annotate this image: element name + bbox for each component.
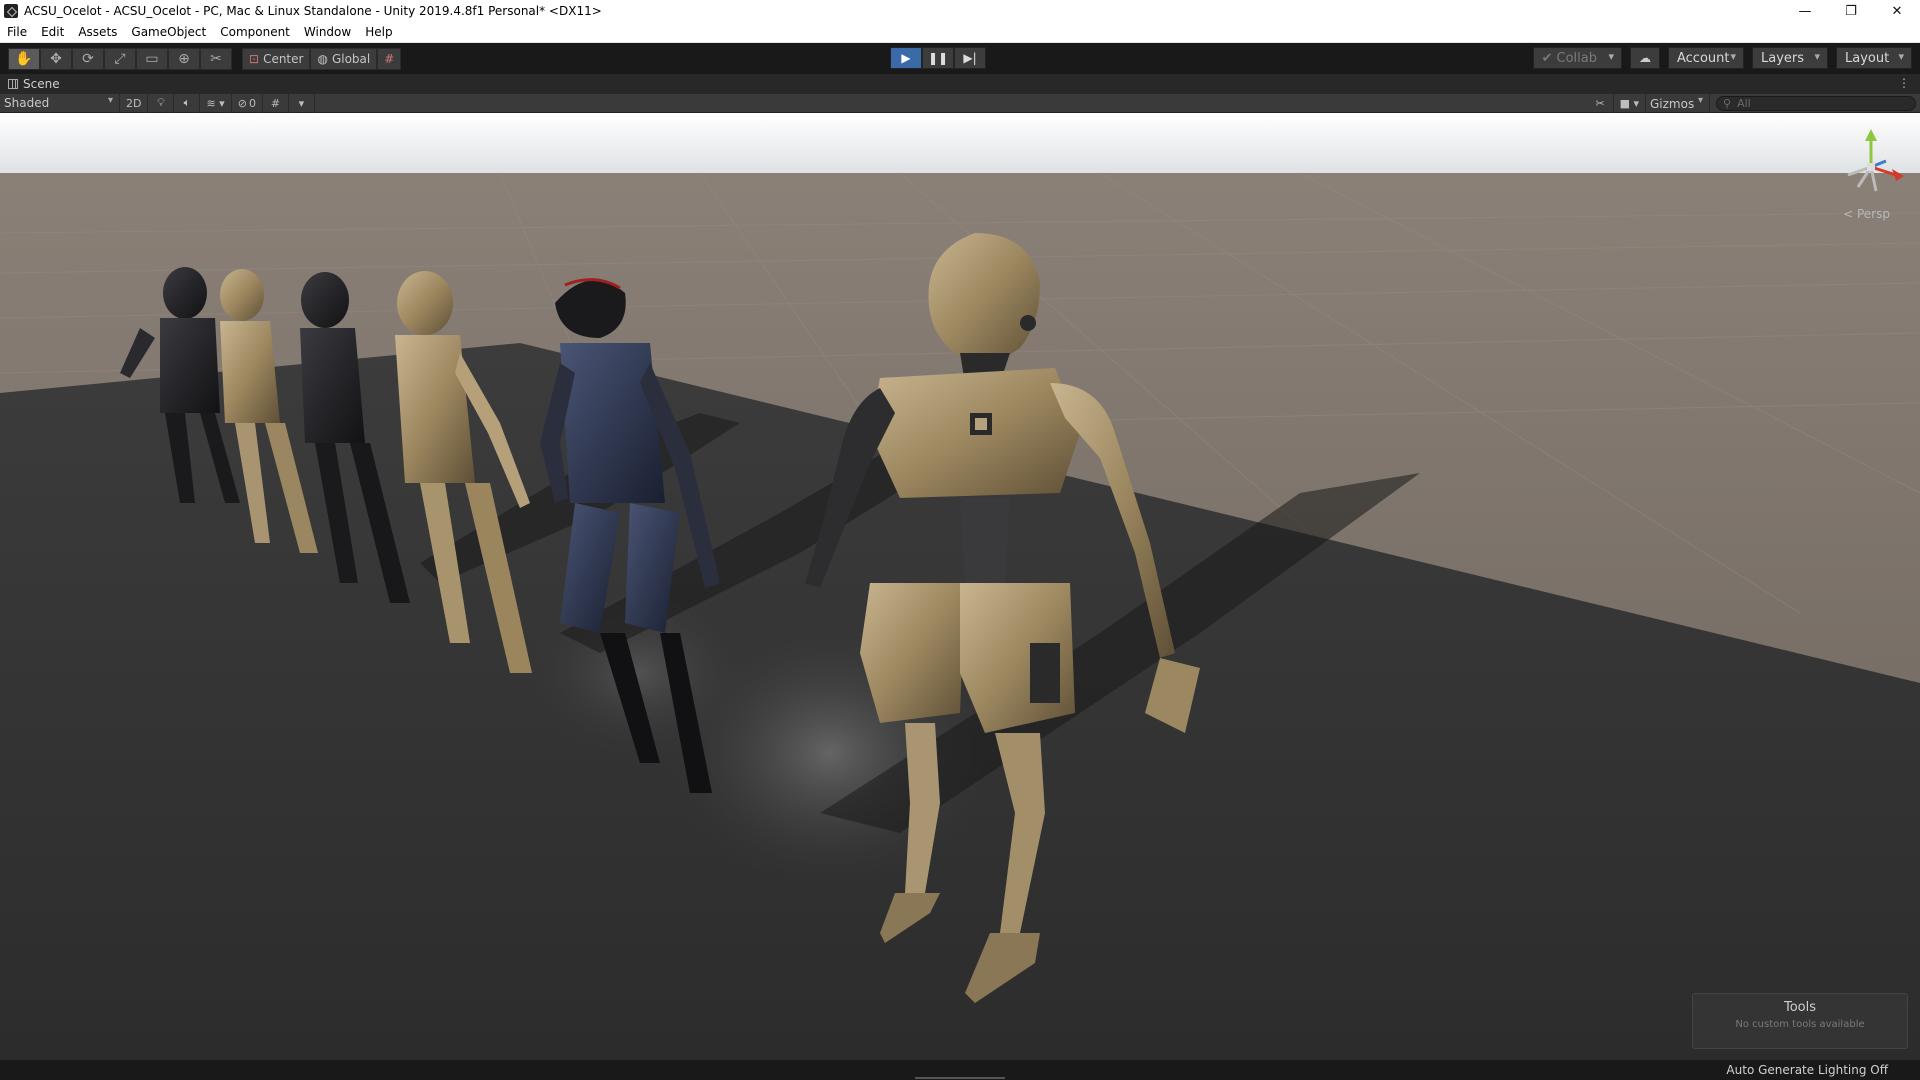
collab-dropdown[interactable]: ✔ Collab [1532, 47, 1622, 69]
title-bar: ACSU_Ocelot - ACSU_Ocelot - PC, Mac & Li… [0, 0, 1920, 22]
light-bulb-icon: 💡︎ [157, 96, 165, 109]
menu-assets[interactable]: Assets [71, 25, 124, 39]
play-controls: ▶ ❚❚ ▶| [890, 47, 986, 69]
account-dropdown[interactable]: Account [1668, 47, 1744, 69]
menu-bar: File Edit Assets GameObject Component Wi… [0, 22, 1920, 43]
pivot-mode-label: Center [263, 51, 304, 66]
scene-search-input[interactable]: ⚲ All [1716, 96, 1916, 111]
rotate-tool-button[interactable]: ⟳ [72, 47, 104, 70]
step-button[interactable]: ▶| [954, 47, 986, 69]
pivot-icon: ⊡ [249, 51, 260, 66]
cloud-button[interactable]: ☁ [1630, 47, 1660, 69]
close-button[interactable]: ✕ [1874, 0, 1920, 22]
search-icon: ⚲ [1723, 97, 1732, 110]
window-title: ACSU_Ocelot - ACSU_Ocelot - PC, Mac & Li… [24, 4, 602, 18]
grid-visibility-toggle[interactable]: # [263, 93, 289, 113]
cloud-icon: ☁ [1639, 51, 1651, 65]
grid-icon: # [270, 96, 281, 110]
camera-settings-button[interactable]: ■ ▾ [1614, 94, 1646, 113]
scene-grid-icon [8, 79, 18, 89]
unity-editor-window: ACSU_Ocelot - ACSU_Ocelot - PC, Mac & Li… [0, 0, 1920, 1080]
move-tool-button[interactable]: ✥ [40, 47, 72, 70]
scene-render [0, 113, 1920, 1060]
chevron-down-icon: ▾ [298, 96, 305, 110]
lighting-toggle[interactable]: 💡︎ [148, 93, 175, 113]
camera-icon: ■ ▾ [1619, 97, 1639, 110]
scale-tool-button[interactable]: ⤢ [104, 47, 136, 70]
collab-label: Collab [1556, 50, 1597, 66]
search-placeholder: All [1737, 97, 1751, 110]
hidden-objects-toggle[interactable]: ⊘ 0 [232, 93, 263, 113]
custom-tool-button[interactable]: ✂ [200, 47, 232, 70]
rect-tool-button[interactable]: ▭ [136, 47, 168, 70]
layers-dropdown[interactable]: Layers [1752, 47, 1828, 69]
layout-dropdown[interactable]: Layout [1836, 47, 1912, 69]
grid-settings-dropdown[interactable]: ▾ [289, 93, 315, 113]
pivot-rotation-label: Global [331, 51, 371, 66]
lighting-status[interactable]: Auto Generate Lighting Off [1726, 1063, 1888, 1077]
tools-overlay-title: Tools [1783, 1000, 1817, 1015]
window-controls: — ❐ ✕ [1782, 0, 1920, 22]
grid-snap-icon: # [384, 51, 395, 66]
hidden-eye-icon: ⊘ [237, 96, 247, 110]
2d-mode-toggle[interactable]: 2D [120, 93, 149, 113]
gizmos-dropdown[interactable]: Gizmos [1646, 94, 1710, 113]
scene-view-toolbar: Shaded 2D 💡︎ 🔈︎ ≋ ▾ ⊘ 0 # ▾ ✂ ■ ▾ Gizmos… [0, 93, 1920, 113]
toolbar-right: ✔ Collab ☁ Account Layers Layout [1532, 47, 1912, 69]
main-toolbar: ✋ ✥ ⟳ ⤢ ▭ ⊕ ✂ ⊡ Center ◍ Global # ▶ ❚❚ ▶… [0, 43, 1920, 74]
pivot-mode-toggle[interactable]: ⊡ Center [242, 47, 311, 70]
menu-help[interactable]: Help [358, 25, 399, 39]
minimize-button[interactable]: — [1782, 0, 1828, 22]
play-button[interactable]: ▶ [890, 47, 922, 69]
menu-window[interactable]: Window [297, 25, 358, 39]
status-bar: Auto Generate Lighting Off [0, 1060, 1920, 1080]
audio-toggle[interactable]: 🔈︎ [174, 93, 201, 113]
scene-tab-bar: Scene ⋮ [0, 74, 1920, 94]
scene-tools-button[interactable]: ✂ [1588, 94, 1614, 113]
transform-tools: ✋ ✥ ⟳ ⤢ ▭ ⊕ ✂ [8, 47, 232, 70]
tools-overlay: Tools No custom tools available [1692, 993, 1908, 1049]
transform-tool-button[interactable]: ⊕ [168, 47, 200, 70]
tools-overlay-subtitle: No custom tools available [1735, 1019, 1865, 1030]
globe-icon: ◍ [317, 51, 328, 66]
menu-edit[interactable]: Edit [34, 25, 71, 39]
hand-tool-button[interactable]: ✋ [8, 47, 40, 70]
scene-tab-label: Scene [23, 77, 60, 91]
scene-toolbar-right: ✂ ■ ▾ Gizmos ⚲ All [1588, 94, 1916, 113]
layers-effects-icon: ≋ ▾ [206, 96, 225, 110]
unity-icon [4, 4, 18, 18]
pivot-controls: ⊡ Center ◍ Global # [242, 47, 402, 70]
wrench-icon: ✂ [1595, 97, 1605, 110]
pause-button[interactable]: ❚❚ [922, 47, 954, 69]
tab-menu-icon[interactable]: ⋮ [1898, 76, 1910, 90]
scene-viewport[interactable]: < Persp Tools No custom tools available [0, 113, 1920, 1060]
collab-check-icon: ✔ [1541, 50, 1553, 66]
restore-button[interactable]: ❐ [1828, 0, 1874, 22]
effects-toggle[interactable]: ≋ ▾ [200, 93, 232, 113]
speaker-icon: 🔈︎ [183, 96, 191, 109]
hidden-objects-count: 0 [248, 96, 256, 110]
menu-file[interactable]: File [0, 25, 34, 39]
menu-gameobject[interactable]: GameObject [124, 25, 213, 39]
status-progress-line [915, 1077, 1005, 1079]
grid-snap-toggle[interactable]: # [377, 47, 402, 70]
tab-scene[interactable]: Scene [0, 74, 68, 94]
projection-label[interactable]: < Persp [1843, 207, 1890, 221]
menu-component[interactable]: Component [213, 25, 297, 39]
pivot-rotation-toggle[interactable]: ◍ Global [310, 47, 378, 70]
draw-mode-dropdown[interactable]: Shaded [0, 93, 120, 113]
